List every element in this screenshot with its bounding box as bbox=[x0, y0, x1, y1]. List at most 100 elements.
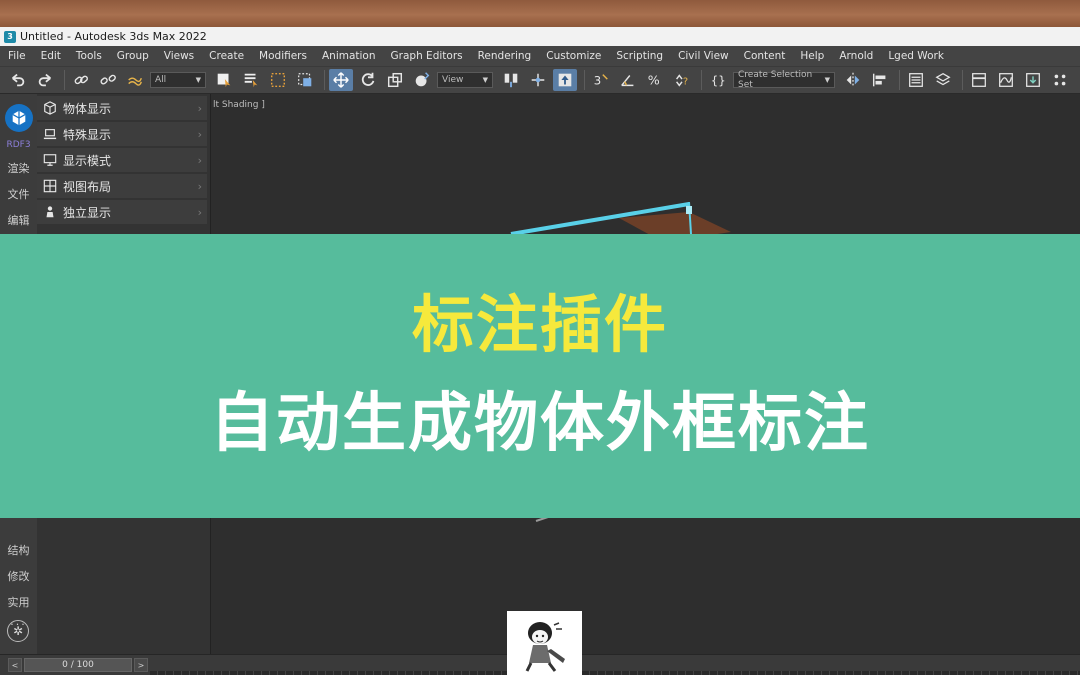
align-icon bbox=[872, 73, 886, 87]
link-button[interactable] bbox=[69, 69, 93, 91]
curve-editor-icon bbox=[999, 73, 1013, 87]
menu-file[interactable]: File bbox=[0, 50, 33, 62]
menu-content[interactable]: Content bbox=[736, 50, 793, 62]
dimension-endpoint-marker bbox=[686, 206, 692, 214]
spinner-snap-button[interactable]: ? bbox=[670, 69, 694, 91]
menu-create[interactable]: Create bbox=[201, 50, 251, 62]
scene-explorer-button[interactable] bbox=[904, 69, 928, 91]
scale-button[interactable] bbox=[383, 69, 407, 91]
toolbar-separator bbox=[584, 70, 585, 90]
menu-scripting[interactable]: Scripting bbox=[608, 50, 670, 62]
unlink-icon bbox=[100, 74, 116, 85]
svg-text:?: ? bbox=[683, 77, 688, 88]
selection-filter-dropdown[interactable]: All ▼ bbox=[150, 72, 206, 88]
rail-item-file[interactable]: 文件 bbox=[8, 186, 30, 202]
panel-item-viewport-layout[interactable]: 视图布局 › bbox=[37, 174, 207, 198]
timeline-track[interactable] bbox=[150, 671, 1080, 675]
rotate-icon bbox=[361, 72, 375, 86]
toolbar-separator bbox=[64, 70, 65, 90]
place-button[interactable] bbox=[410, 69, 434, 91]
angle-snap-button[interactable] bbox=[616, 69, 640, 91]
menu-tools[interactable]: Tools bbox=[68, 50, 109, 62]
percent-snap-icon: % bbox=[648, 73, 660, 88]
panel-item-label: 物体显示 bbox=[63, 101, 112, 116]
named-selection-set-dropdown[interactable]: Create Selection Set ▼ bbox=[733, 70, 835, 90]
panel-item-display-mode[interactable]: 显示模式 › bbox=[37, 148, 207, 172]
toggle-ribbon-button[interactable] bbox=[967, 69, 991, 91]
shortcut-icon bbox=[558, 73, 572, 87]
previous-frame-button[interactable]: < bbox=[8, 658, 22, 672]
scale-icon bbox=[387, 72, 403, 88]
rotate-button[interactable] bbox=[356, 69, 380, 91]
menu-arnold[interactable]: Arnold bbox=[831, 50, 880, 62]
rail-item-structure[interactable]: 结构 bbox=[8, 542, 30, 558]
next-frame-button[interactable]: > bbox=[134, 658, 148, 672]
rail-bottom-group: 结构 修改 实用 ··· bbox=[0, 536, 37, 631]
list-select-icon bbox=[244, 73, 258, 88]
manipulate-icon bbox=[531, 73, 545, 87]
chevron-right-icon: › bbox=[197, 205, 202, 219]
ribbon-icon bbox=[972, 73, 986, 87]
material-editor-button[interactable] bbox=[1048, 69, 1072, 91]
panel-item-label: 显示模式 bbox=[63, 153, 112, 168]
panel-item-label: 视图布局 bbox=[63, 179, 112, 194]
rail-item-edit[interactable]: 编辑 bbox=[8, 212, 30, 228]
mirror-button[interactable] bbox=[841, 69, 865, 91]
app-icon: 3 bbox=[4, 30, 16, 43]
chevron-right-icon: › bbox=[197, 179, 202, 193]
menu-modifiers[interactable]: Modifiers bbox=[251, 50, 314, 62]
snaps-toggle-button[interactable]: 3 bbox=[589, 69, 613, 91]
align-button[interactable] bbox=[868, 69, 892, 91]
panel-item-special-display[interactable]: 特殊显示 › bbox=[37, 122, 207, 146]
reference-coordinate-dropdown[interactable]: View ▼ bbox=[437, 72, 493, 88]
menu-edit[interactable]: Edit bbox=[33, 50, 68, 62]
marquee-icon bbox=[270, 72, 286, 88]
rail-item-modify[interactable]: 修改 bbox=[8, 568, 30, 584]
menu-animation[interactable]: Animation bbox=[314, 50, 383, 62]
cartoon-character-icon bbox=[525, 622, 565, 672]
cube-icon bbox=[42, 100, 58, 116]
plugin-logo-icon[interactable] bbox=[4, 104, 33, 132]
pivot-icon bbox=[504, 73, 518, 88]
layer-explorer-button[interactable] bbox=[931, 69, 955, 91]
menu-group[interactable]: Group bbox=[109, 50, 156, 62]
bind-spacewarp-button[interactable] bbox=[123, 69, 147, 91]
menu-views[interactable]: Views bbox=[156, 50, 201, 62]
mirror-icon bbox=[846, 72, 860, 88]
title-bar: 3 Untitled - Autodesk 3ds Max 2022 bbox=[0, 27, 1080, 46]
rail-item-utility[interactable]: 实用 bbox=[8, 594, 30, 610]
select-manipulate-button[interactable] bbox=[526, 69, 550, 91]
redo-button[interactable] bbox=[33, 69, 57, 91]
time-slider[interactable]: 0 / 100 bbox=[24, 658, 132, 672]
gear-icon[interactable]: ✲ bbox=[7, 620, 29, 642]
edit-named-selection-button[interactable]: {} bbox=[706, 69, 730, 91]
percent-snap-button[interactable]: % bbox=[643, 69, 667, 91]
window-crossing-button[interactable] bbox=[293, 69, 317, 91]
panel-item-label: 特殊显示 bbox=[63, 127, 112, 142]
rail-item-render[interactable]: 渲染 bbox=[8, 160, 30, 176]
menu-civil-view[interactable]: Civil View bbox=[670, 50, 736, 62]
move-button[interactable] bbox=[329, 69, 353, 91]
menu-graph-editors[interactable]: Graph Editors bbox=[383, 50, 470, 62]
pivot-center-button[interactable] bbox=[499, 69, 523, 91]
keyboard-shortcut-button[interactable] bbox=[553, 69, 577, 91]
window-crossing-icon bbox=[298, 73, 312, 87]
menu-help[interactable]: Help bbox=[792, 50, 831, 62]
person-icon bbox=[42, 204, 58, 220]
panel-item-isolate-display[interactable]: 独立显示 › bbox=[37, 200, 207, 224]
unlink-button[interactable] bbox=[96, 69, 120, 91]
schematic-view-button[interactable] bbox=[1021, 69, 1045, 91]
chevron-down-icon: ▼ bbox=[824, 76, 830, 84]
menu-lged-work[interactable]: Lged Work bbox=[880, 50, 951, 62]
window-title: Untitled - Autodesk 3ds Max 2022 bbox=[20, 30, 207, 43]
select-object-icon bbox=[217, 73, 231, 88]
menu-rendering[interactable]: Rendering bbox=[470, 50, 539, 62]
undo-button[interactable] bbox=[6, 69, 30, 91]
curve-editor-button[interactable] bbox=[994, 69, 1018, 91]
panel-item-object-display[interactable]: 物体显示 › bbox=[37, 96, 207, 120]
select-object-button[interactable] bbox=[212, 69, 236, 91]
scene-explorer-icon bbox=[909, 73, 923, 87]
rectangular-selection-button[interactable] bbox=[266, 69, 290, 91]
menu-customize[interactable]: Customize bbox=[538, 50, 608, 62]
select-by-name-button[interactable] bbox=[239, 69, 263, 91]
